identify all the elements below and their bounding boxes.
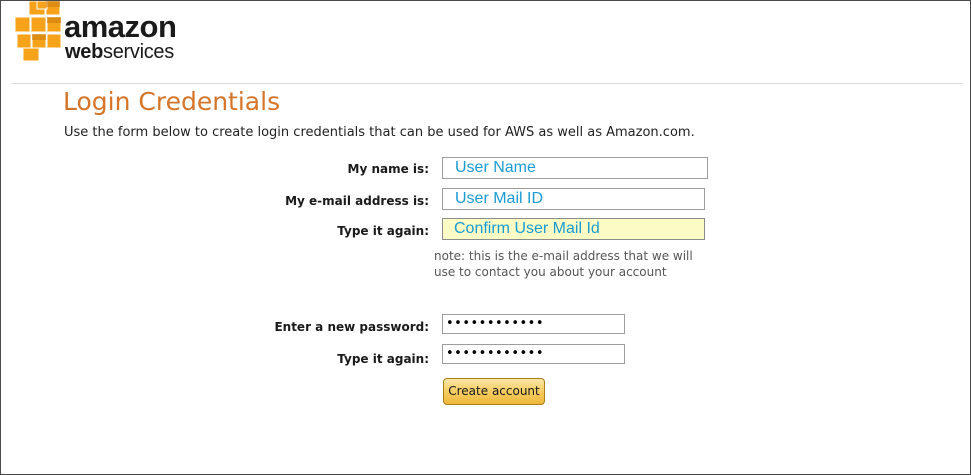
create-account-button[interactable]: Create account xyxy=(443,378,545,405)
brand-subtitle: webservices xyxy=(65,41,174,63)
password-confirm-label: Type it again: xyxy=(337,352,429,366)
intro-text: Use the form below to create login crede… xyxy=(64,125,695,140)
page-title: Login Credentials xyxy=(63,87,281,116)
name-label: My name is: xyxy=(347,162,429,176)
aws-logo: amazon webservices xyxy=(13,1,193,65)
email-label: My e-mail address is: xyxy=(285,194,429,208)
password-label: Enter a new password: xyxy=(274,320,429,334)
header-divider xyxy=(11,83,963,84)
password-confirm-field[interactable]: •••••••••••• xyxy=(442,344,625,364)
window-frame: amazon webservices Login Credentials Use… xyxy=(0,0,971,475)
name-field[interactable]: User Name xyxy=(442,157,708,179)
email-confirm-field[interactable]: Confirm User Mail Id xyxy=(442,218,705,240)
brand-name: amazon xyxy=(64,9,177,44)
password-field[interactable]: •••••••••••• xyxy=(442,314,625,334)
brand-sub-services: services xyxy=(103,41,174,63)
brand-sub-web: web xyxy=(65,41,103,63)
email-note: note: this is the e-mail address that we… xyxy=(434,249,693,279)
email-field[interactable]: User Mail ID xyxy=(442,188,705,210)
aws-cubes-icon xyxy=(14,1,62,62)
email-confirm-label: Type it again: xyxy=(337,224,429,238)
